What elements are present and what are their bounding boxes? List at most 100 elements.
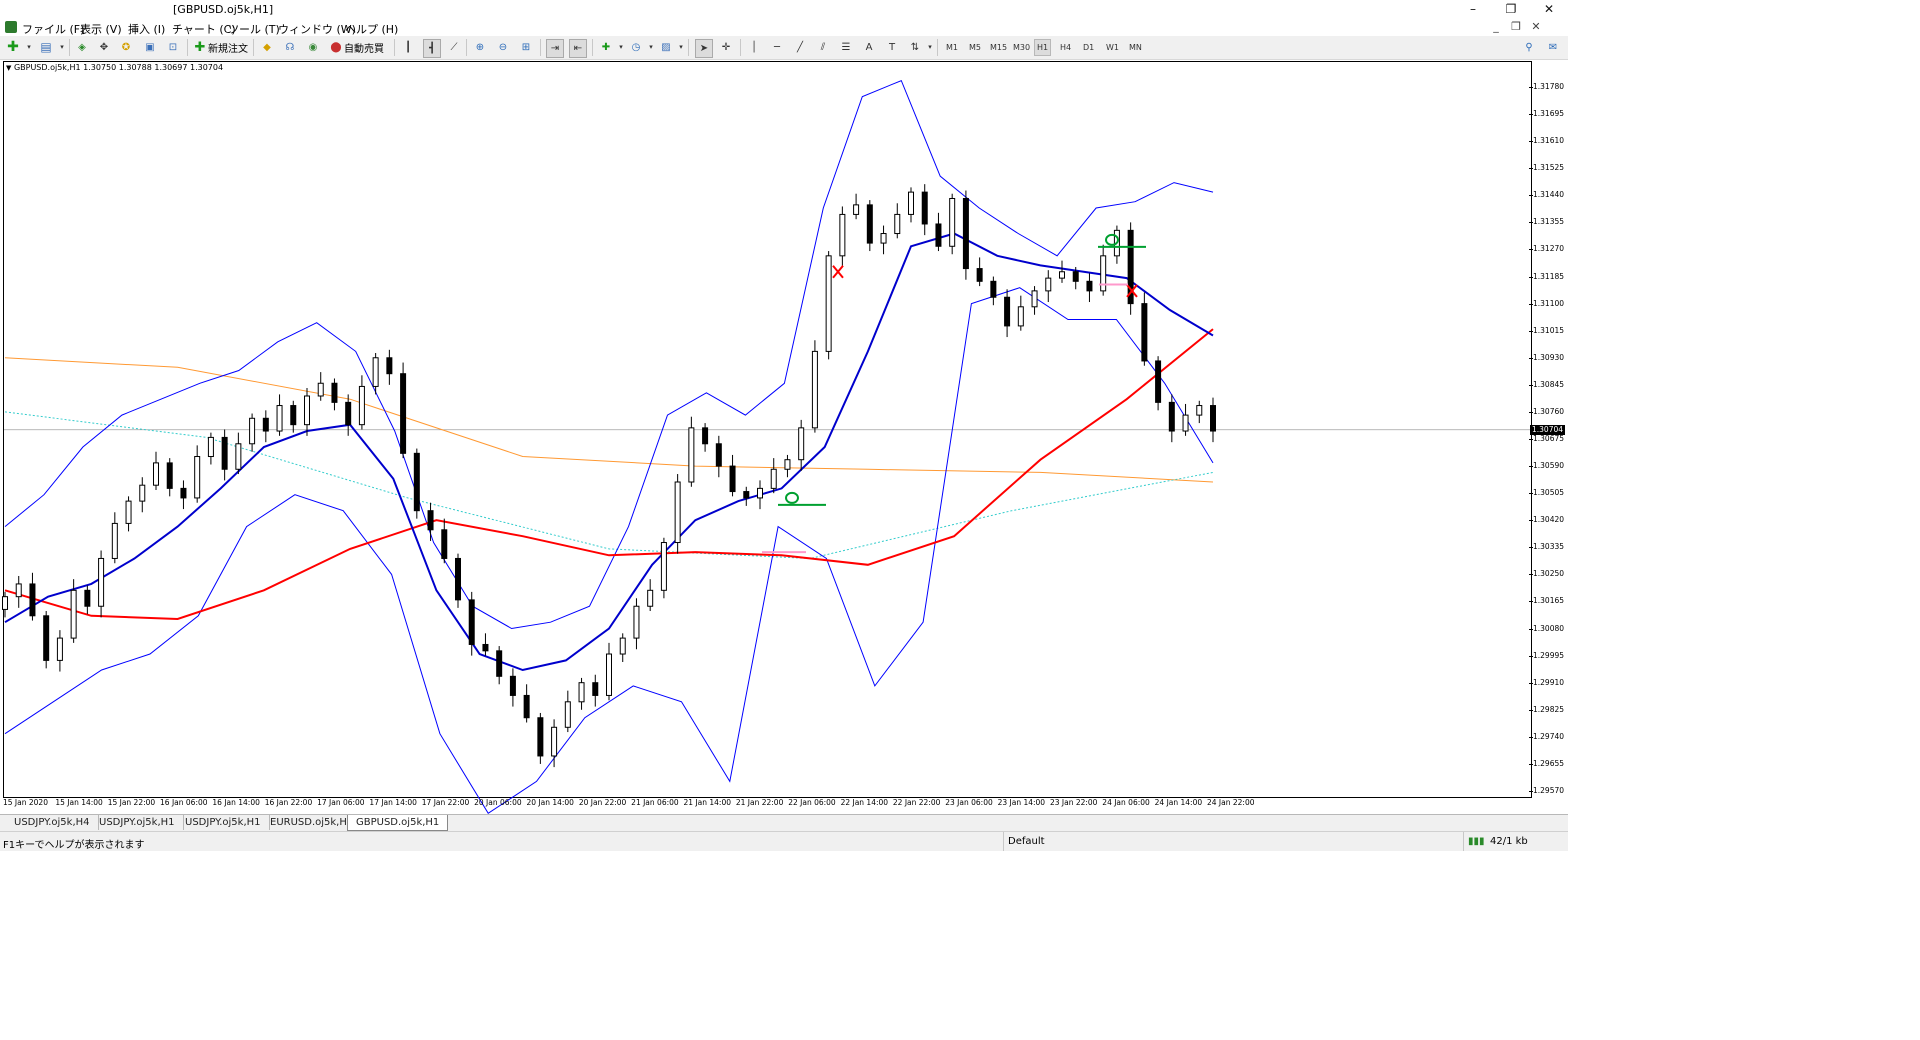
candle-body: [317, 382, 324, 397]
candle-body: [1141, 303, 1148, 362]
time-label: 17 Jan 14:00: [369, 798, 417, 807]
candle-body: [592, 682, 599, 696]
candle-body: [1196, 405, 1203, 416]
price-label: 1.30335: [1533, 542, 1565, 552]
ma-red-line: [4, 328, 1214, 621]
time-label: 15 Jan 2020: [3, 798, 48, 807]
time-label: 20 Jan 06:00: [474, 798, 522, 807]
candle-body: [660, 542, 667, 591]
ma-orange-line: [4, 357, 1214, 483]
price-label: 1.29570: [1533, 786, 1565, 795]
candle-body: [455, 557, 461, 601]
price-label: 1.31610: [1533, 136, 1565, 146]
time-label: 22 Jan 14:00: [840, 798, 889, 807]
candle-body: [358, 385, 365, 426]
candle-body: [811, 350, 818, 429]
price-label: 1.31100: [1533, 298, 1565, 308]
candle-body: [908, 191, 914, 215]
candle-body: [413, 452, 420, 512]
candle-body: [1168, 401, 1175, 432]
candle-body: [770, 468, 777, 489]
candle-body: [757, 487, 763, 499]
candle-body: [976, 268, 983, 282]
time-label: 17 Jan 06:00: [317, 798, 365, 807]
candle-body: [235, 443, 242, 470]
candle-body: [153, 462, 159, 486]
candle-body: [839, 213, 846, 257]
candle-body: [221, 436, 228, 470]
candle-body: [166, 462, 173, 489]
price-label: 1.30760: [1533, 406, 1565, 416]
candle-body: [125, 500, 132, 524]
time-label: 17 Jan 22:00: [421, 798, 470, 807]
candle-body: [194, 456, 201, 499]
candle-body: [290, 405, 297, 426]
time-label: 22 Jan 22:00: [892, 798, 941, 807]
time-label: 21 Jan 14:00: [683, 798, 732, 807]
candle-body: [921, 191, 928, 225]
price-label: 1.29825: [1533, 704, 1565, 714]
price-label: 1.30165: [1533, 596, 1565, 606]
candle-body: [866, 204, 873, 244]
candle-body: [207, 436, 214, 458]
price-chart: [2, 79, 1530, 815]
candle-body: [70, 589, 77, 639]
price-label: 1.30080: [1533, 623, 1565, 633]
time-label: 22 Jan 06:00: [788, 798, 836, 807]
price-label: 1.31440: [1533, 190, 1565, 200]
price-label: 1.29995: [1533, 650, 1565, 660]
candle-body: [1059, 271, 1065, 279]
candle-body: [1031, 290, 1038, 308]
time-label: 20 Jan 22:00: [578, 798, 627, 807]
candle-body: [551, 726, 558, 757]
candle-body: [1045, 277, 1052, 292]
price-label: 1.30930: [1533, 352, 1565, 362]
candle-body: [15, 583, 22, 598]
price-label: 1.30505: [1533, 488, 1565, 498]
candle-body: [111, 522, 118, 559]
price-label: 1.30590: [1533, 461, 1565, 471]
current-price-label: 1.30704: [1530, 424, 1565, 435]
candle-body: [1100, 255, 1107, 292]
price-label: 1.29740: [1533, 731, 1565, 741]
candle-body: [427, 510, 434, 531]
candle-body: [949, 197, 956, 247]
price-label: 1.31015: [1533, 325, 1565, 335]
candle-body: [633, 605, 640, 639]
candle-body: [400, 373, 407, 454]
candle-body: [729, 465, 736, 493]
ma-cyan-line: [4, 411, 1214, 560]
candle-body: [962, 197, 969, 270]
candle-body: [98, 557, 105, 607]
candle-body: [537, 717, 544, 757]
candle-body: [702, 427, 709, 445]
time-label: 21 Jan 06:00: [631, 798, 679, 807]
tab-usdjpy-h1[interactable]: USDJPY.oj5k,H1: [91, 815, 184, 830]
candle-body: [496, 650, 503, 677]
candle-body: [880, 233, 887, 244]
price-label: 1.30845: [1533, 379, 1565, 389]
candle-body: [29, 583, 36, 617]
candle-body: [1017, 306, 1024, 327]
candle-body: [1086, 280, 1093, 292]
candle-body: [43, 615, 50, 661]
candle-body: [84, 589, 91, 607]
time-label: 16 Jan 14:00: [212, 798, 260, 807]
candle-body: [688, 427, 695, 483]
candle-body: [853, 204, 860, 215]
time-label: 23 Jan 22:00: [1049, 798, 1098, 807]
sell-signal-mark: [832, 265, 844, 279]
candle-body: [935, 223, 942, 247]
tab-gbpusd-h1[interactable]: GBPUSD.oj5k,H1: [347, 815, 449, 831]
candle-body: [276, 405, 283, 432]
candle-body: [56, 637, 63, 661]
price-label: 1.31780: [1533, 82, 1565, 91]
tab-usdjpy-h1-2[interactable]: USDJPY.oj5k,H1: [177, 815, 270, 830]
tab-usdjpy-h4[interactable]: USDJPY.oj5k,H4: [6, 815, 99, 830]
candle-body: [564, 701, 571, 728]
price-label: 1.31355: [1533, 217, 1565, 227]
price-label: 1.31185: [1533, 271, 1565, 281]
time-label: 20 Jan 14:00: [526, 798, 574, 807]
candle-body: [509, 675, 516, 696]
candle-body: [1210, 405, 1216, 432]
